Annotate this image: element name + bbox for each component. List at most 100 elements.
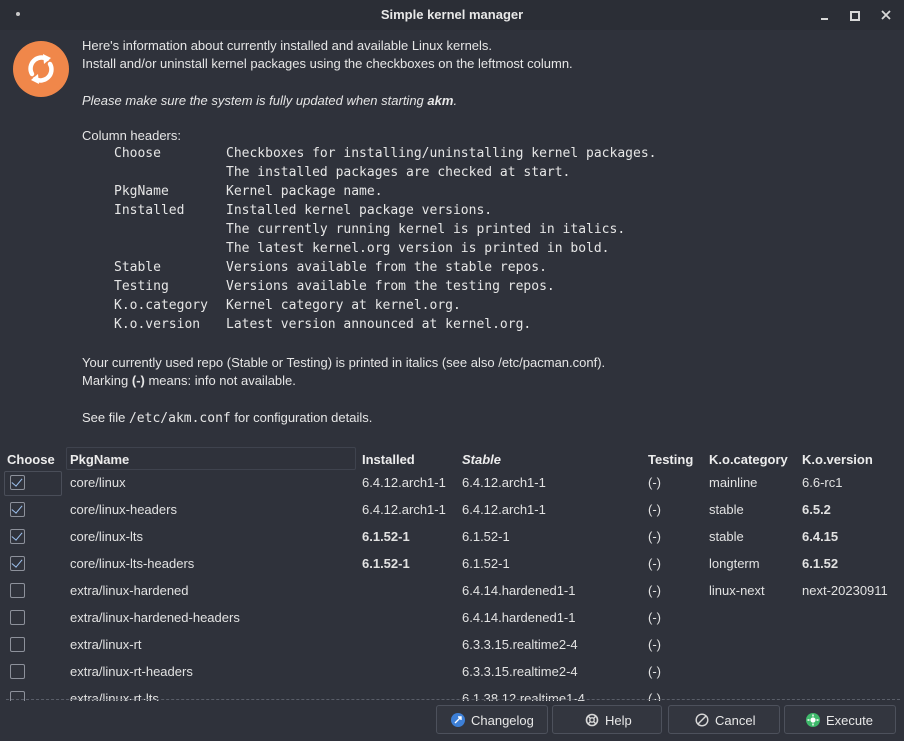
cell-testing: (-) <box>648 529 661 544</box>
cancel-button[interactable]: Cancel <box>668 705 780 734</box>
choose-checkbox[interactable] <box>10 664 25 679</box>
cell-installed: 6.1.52-1 <box>362 529 410 544</box>
table-row[interactable]: extra/linux-hardened 6.4.14.hardened1-1 (-… <box>0 578 904 605</box>
header-ko-category[interactable]: K.o.category <box>709 452 788 467</box>
kernel-table: Choose PkgName Installed Stable Testing … <box>0 446 904 701</box>
cell-stable: 6.1.52-1 <box>462 556 510 571</box>
marking-post: means: info not available. <box>144 373 296 388</box>
title-bar: Simple kernel manager <box>0 0 904 30</box>
legend-description: The installed packages are checked at st… <box>226 165 571 180</box>
choose-checkbox[interactable] <box>10 529 25 544</box>
legend-description: The currently running kernel is printed … <box>226 222 626 237</box>
window-title: Simple kernel manager <box>380 7 524 22</box>
cell-installed: 6.1.52-1 <box>362 556 410 571</box>
changelog-icon <box>451 713 465 727</box>
update-note: Please make sure the system is fully upd… <box>82 93 457 108</box>
execute-icon <box>806 713 820 727</box>
legend-key: K.o.category <box>114 298 208 313</box>
config-file: /etc/akm.conf <box>128 411 231 426</box>
scroll-edge-divider <box>6 699 900 700</box>
legend-row: Testing Versions available from the testi… <box>0 279 904 298</box>
table-row[interactable]: extra/linux-hardened-headers 6.4.14.harde… <box>0 605 904 632</box>
marking-pre: Marking <box>82 373 132 388</box>
column-legend: Choose Checkboxes for installing/uninstal… <box>0 146 904 341</box>
legend-key: Choose <box>114 146 161 161</box>
cancel-label: Cancel <box>715 713 756 728</box>
minimize-icon[interactable] <box>815 6 833 24</box>
cell-pkgname: extra/linux-hardened-headers <box>70 610 240 625</box>
update-note-text: Please make sure the system is fully upd… <box>82 93 428 108</box>
header-testing[interactable]: Testing <box>648 452 693 467</box>
header-choose[interactable]: Choose <box>7 452 55 467</box>
config-note: See file /etc/akm.conf for configuration… <box>82 410 372 426</box>
choose-checkbox[interactable] <box>10 475 25 490</box>
cell-stable: 6.4.14.hardened1-1 <box>462 610 576 625</box>
marking-symbol: (-) <box>131 373 145 388</box>
cell-pkgname: core/linux-lts <box>70 529 143 544</box>
table-row[interactable]: core/linux-lts-headers 6.1.52-1 6.1.52-1 (-… <box>0 551 904 578</box>
cell-pkgname: extra/linux-rt-headers <box>70 664 193 679</box>
header-stable[interactable]: Stable <box>462 452 501 467</box>
column-headers-title: Column headers: <box>82 128 181 143</box>
app-window: Simple kernel manager Here's information… <box>0 0 904 741</box>
update-note-end: . <box>453 93 458 108</box>
legend-row: K.o.category Kernel category at kernel.or… <box>0 298 904 317</box>
cell-testing: (-) <box>648 664 661 679</box>
table-row[interactable]: extra/linux-rt 6.3.3.15.realtime2-4 (-) <box>0 632 904 659</box>
legend-row: The installed packages are checked at st… <box>0 165 904 184</box>
cell-testing: (-) <box>648 475 661 490</box>
close-icon[interactable] <box>877 6 895 24</box>
legend-key: Testing <box>114 279 169 294</box>
cell-ko-version: next-20230911 <box>802 583 888 598</box>
table-row[interactable]: core/linux-lts 6.1.52-1 6.1.52-1 (-) stable 6… <box>0 524 904 551</box>
legend-key: Installed <box>114 203 185 218</box>
legend-row: Installed Installed kernel package versio… <box>0 203 904 222</box>
cell-testing: (-) <box>648 637 661 652</box>
cell-ko-version: 6.1.52 <box>802 556 839 571</box>
cell-testing: (-) <box>648 502 661 517</box>
legend-description: The latest kernel.org version is printed… <box>226 241 610 256</box>
repo-note: Your currently used repo (Stable or Test… <box>82 355 606 370</box>
legend-key: Stable <box>114 260 161 275</box>
cell-installed: 6.4.12.arch1-1 <box>362 502 446 517</box>
legend-description: Latest version announced at kernel.org. <box>226 317 532 332</box>
legend-description: Kernel package name. <box>226 184 383 199</box>
cell-ko-version: 6.6-rc1 <box>802 475 843 490</box>
cell-pkgname: extra/linux-hardened <box>70 583 189 598</box>
table-row[interactable]: core/linux 6.4.12.arch1-1 6.4.12.arch1-1 (-… <box>0 470 904 497</box>
cell-ko-category: longterm <box>709 556 760 571</box>
cell-ko-category: linux-next <box>709 583 765 598</box>
cell-ko-version: 6.5.2 <box>802 502 831 517</box>
cell-stable: 6.4.12.arch1-1 <box>462 475 546 490</box>
choose-checkbox[interactable] <box>10 637 25 652</box>
table-row[interactable]: core/linux-headers 6.4.12.arch1-1 6.4.12.a… <box>0 497 904 524</box>
legend-description: Installed kernel package versions. <box>226 203 493 218</box>
help-button[interactable]: Help <box>552 705 662 734</box>
cancel-icon <box>695 713 709 727</box>
table-row[interactable]: extra/linux-rt-headers 6.3.3.15.realtime2… <box>0 659 904 686</box>
legend-key: K.o.version <box>114 317 201 332</box>
help-icon <box>585 713 599 727</box>
execute-button[interactable]: Execute <box>784 705 896 734</box>
legend-row: Stable Versions available from the stable… <box>0 260 904 279</box>
header-pkgname[interactable]: PkgName <box>70 452 129 467</box>
legend-row: PkgName Kernel package name. <box>0 184 904 203</box>
cell-stable: 6.1.52-1 <box>462 529 510 544</box>
maximize-icon[interactable] <box>845 6 863 24</box>
choose-checkbox[interactable] <box>10 556 25 571</box>
choose-checkbox[interactable] <box>10 610 25 625</box>
cell-ko-category: stable <box>709 502 744 517</box>
legend-description: Kernel category at kernel.org. <box>226 298 461 313</box>
choose-checkbox[interactable] <box>10 502 25 517</box>
execute-label: Execute <box>826 713 873 728</box>
changelog-button[interactable]: Changelog <box>436 705 548 734</box>
cell-ko-version: 6.4.15 <box>802 529 839 544</box>
cell-pkgname: core/linux-lts-headers <box>70 556 195 571</box>
legend-row: The currently running kernel is printed … <box>0 222 904 241</box>
legend-row: K.o.version Latest version announced at k… <box>0 317 904 336</box>
choose-checkbox[interactable] <box>10 583 25 598</box>
header-installed[interactable]: Installed <box>362 452 415 467</box>
cell-testing: (-) <box>648 610 661 625</box>
header-ko-version[interactable]: K.o.version <box>802 452 873 467</box>
cell-pkgname: core/linux <box>70 475 126 490</box>
